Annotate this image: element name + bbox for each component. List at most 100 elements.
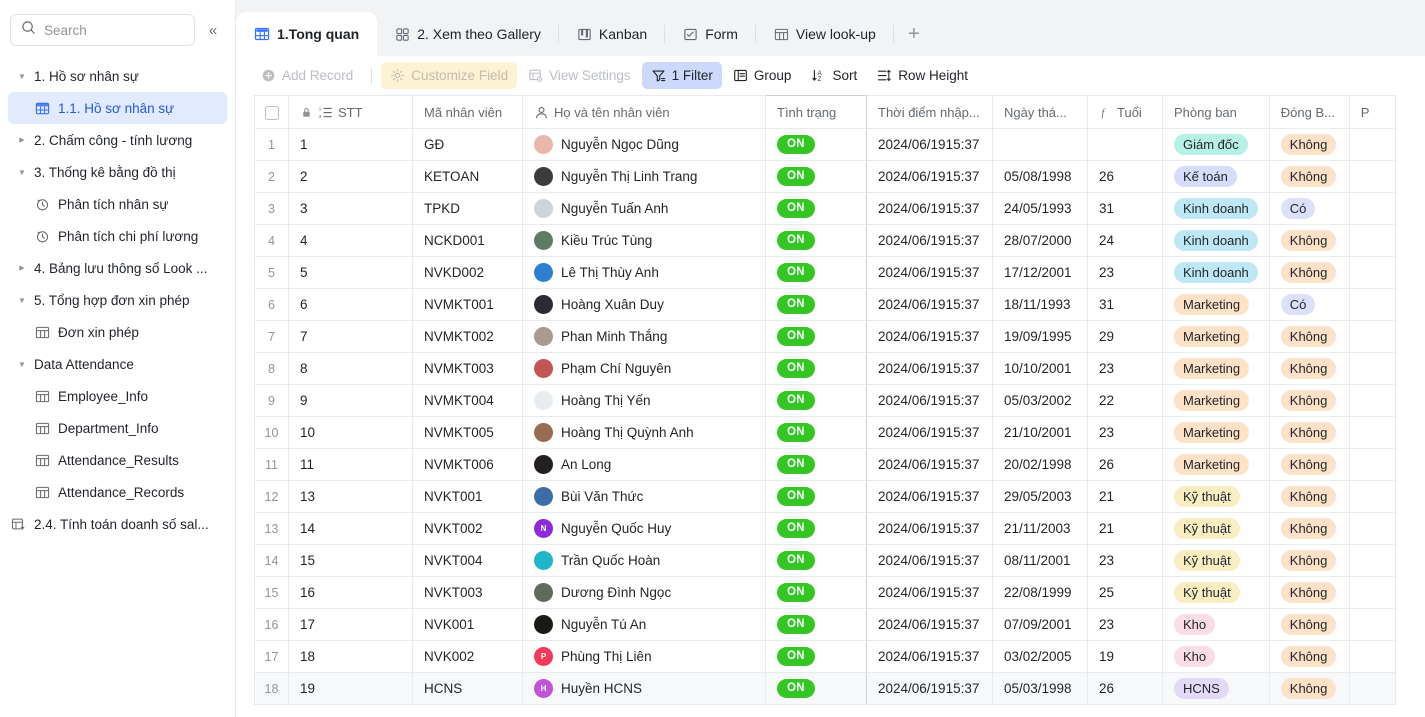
cell-ho_ten[interactable]: Phạm Chí Nguyên	[522, 352, 766, 385]
table-row[interactable]: 5 5 NVKD002 Lê Thị Thùy Anh ON 2024/06/1915:3…	[254, 256, 1396, 289]
table-row[interactable]: 14 15 NVKT004 Trần Quốc Hoàn ON 2024/06/1915:…	[254, 544, 1396, 577]
cell-stt[interactable]: 18	[288, 640, 413, 673]
grid-container[interactable]: 1 3 STT Mã nhân viên Họ và tên nhân viên Tình…	[236, 95, 1425, 717]
cell-thoi_diem[interactable]: 2024/06/1915:37	[866, 224, 993, 257]
search-input[interactable]	[44, 22, 184, 38]
cell-tinh_trang[interactable]: ON	[765, 224, 867, 257]
toolbar-button-5[interactable]: A Z Sort	[802, 62, 866, 89]
search-box[interactable]	[10, 14, 195, 46]
cell-phong_ban[interactable]: Marketing	[1162, 320, 1270, 353]
cell-phong_ban[interactable]: Kỹ thuật	[1162, 480, 1270, 513]
cell-tuoi[interactable]: 31	[1087, 288, 1163, 321]
cell-thoi_diem[interactable]: 2024/06/1915:37	[866, 576, 993, 609]
sidebar-item-13[interactable]: Attendance_Records	[8, 476, 227, 508]
cell-ma_nv[interactable]: NVKT002	[412, 512, 523, 545]
cell-ma_nv[interactable]: NVKT001	[412, 480, 523, 513]
column-header-dong_b[interactable]: Đóng B...	[1269, 95, 1350, 129]
table-row[interactable]: 3 3 TPKD Nguyễn Tuấn Anh ON 2024/06/1915:37 24…	[254, 192, 1396, 225]
cell-ho_ten[interactable]: Nguyễn Tuấn Anh	[522, 192, 766, 225]
table-row[interactable]: 11 11 NVMKT006 An Long ON 2024/06/1915:37 20/0…	[254, 448, 1396, 481]
cell-tinh_trang[interactable]: ON	[765, 160, 867, 193]
table-row[interactable]: 12 13 NVKT001 Bùi Văn Thức ON 2024/06/1915:37…	[254, 480, 1396, 513]
cell-thoi_diem[interactable]: 2024/06/1915:37	[866, 320, 993, 353]
cell-phong_ban[interactable]: Kỹ thuật	[1162, 576, 1270, 609]
cell-ngay_thang[interactable]: 10/10/2001	[992, 352, 1088, 385]
table-row[interactable]: 2 2 KETOAN Nguyễn Thị Linh Trang ON 2024/06/1…	[254, 160, 1396, 193]
cell-stt[interactable]: 1	[288, 128, 413, 161]
cell-ma_nv[interactable]: NVMKT001	[412, 288, 523, 321]
cell-last[interactable]	[1349, 224, 1396, 257]
table-row[interactable]: 18 19 HCNS H Huyền HCNS ON 2024/06/1915:37 05/0…	[254, 672, 1396, 705]
cell-tinh_trang[interactable]: ON	[765, 416, 867, 449]
cell-tinh_trang[interactable]: ON	[765, 672, 867, 705]
cell-ma_nv[interactable]: HCNS	[412, 672, 523, 705]
chevron-down-icon[interactable]	[14, 68, 30, 84]
toolbar-button-3[interactable]: 1 Filter	[641, 62, 722, 89]
cell-dong_b[interactable]: Không	[1269, 320, 1350, 353]
cell-tinh_trang[interactable]: ON	[765, 576, 867, 609]
cell-stt[interactable]: 9	[288, 384, 413, 417]
view-tab-4[interactable]: View look-up	[756, 12, 894, 56]
cell-ma_nv[interactable]: NVKD002	[412, 256, 523, 289]
cell-stt[interactable]: 3	[288, 192, 413, 225]
cell-rowno[interactable]: 1	[254, 128, 289, 161]
cell-last[interactable]	[1349, 256, 1396, 289]
cell-tinh_trang[interactable]: ON	[765, 544, 867, 577]
cell-stt[interactable]: 17	[288, 608, 413, 641]
table-row[interactable]: 15 16 NVKT003 Dương Đình Ngọc ON 2024/06/1915…	[254, 576, 1396, 609]
cell-tuoi[interactable]: 23	[1087, 416, 1163, 449]
cell-tuoi[interactable]: 21	[1087, 512, 1163, 545]
cell-last[interactable]	[1349, 160, 1396, 193]
cell-last[interactable]	[1349, 576, 1396, 609]
cell-tuoi[interactable]: 26	[1087, 448, 1163, 481]
column-header-rowno[interactable]	[254, 95, 289, 129]
chevron-right-icon[interactable]	[14, 260, 30, 276]
cell-ma_nv[interactable]: NVMKT005	[412, 416, 523, 449]
cell-stt[interactable]: 15	[288, 544, 413, 577]
cell-last[interactable]	[1349, 128, 1396, 161]
sidebar-item-11[interactable]: Department_Info	[8, 412, 227, 444]
cell-dong_b[interactable]: Không	[1269, 416, 1350, 449]
cell-thoi_diem[interactable]: 2024/06/1915:37	[866, 192, 993, 225]
cell-thoi_diem[interactable]: 2024/06/1915:37	[866, 256, 993, 289]
cell-dong_b[interactable]: Không	[1269, 256, 1350, 289]
table-row[interactable]: 10 10 NVMKT005 Hoàng Thị Quỳnh Anh ON 2024/06…	[254, 416, 1396, 449]
table-row[interactable]: 13 14 NVKT002 N Nguyễn Quốc Huy ON 2024/06/191…	[254, 512, 1396, 545]
cell-tuoi[interactable]: 26	[1087, 672, 1163, 705]
cell-ho_ten[interactable]: Nguyễn Ngọc Dũng	[522, 128, 766, 161]
cell-thoi_diem[interactable]: 2024/06/1915:37	[866, 416, 993, 449]
view-tab-1[interactable]: 2. Xem theo Gallery	[377, 12, 559, 56]
cell-last[interactable]	[1349, 320, 1396, 353]
cell-rowno[interactable]: 13	[254, 512, 289, 545]
cell-phong_ban[interactable]: Kho	[1162, 640, 1270, 673]
cell-dong_b[interactable]: Không	[1269, 160, 1350, 193]
cell-thoi_diem[interactable]: 2024/06/1915:37	[866, 544, 993, 577]
cell-thoi_diem[interactable]: 2024/06/1915:37	[866, 608, 993, 641]
cell-tinh_trang[interactable]: ON	[765, 320, 867, 353]
cell-last[interactable]	[1349, 480, 1396, 513]
sidebar-item-5[interactable]: Phân tích chi phí lương	[8, 220, 227, 252]
cell-last[interactable]	[1349, 288, 1396, 321]
cell-stt[interactable]: 2	[288, 160, 413, 193]
cell-ngay_thang[interactable]: 07/09/2001	[992, 608, 1088, 641]
cell-dong_b[interactable]: Không	[1269, 672, 1350, 705]
cell-tuoi[interactable]: 24	[1087, 224, 1163, 257]
cell-ma_nv[interactable]: TPKD	[412, 192, 523, 225]
cell-stt[interactable]: 6	[288, 288, 413, 321]
cell-tuoi[interactable]: 23	[1087, 544, 1163, 577]
cell-dong_b[interactable]: Không	[1269, 224, 1350, 257]
cell-thoi_diem[interactable]: 2024/06/1915:37	[866, 352, 993, 385]
cell-stt[interactable]: 16	[288, 576, 413, 609]
table-row[interactable]: 1 1 GĐ Nguyễn Ngọc Dũng ON 2024/06/1915:37 Giá…	[254, 128, 1396, 161]
cell-rowno[interactable]: 12	[254, 480, 289, 513]
sidebar-item-9[interactable]: Data Attendance	[8, 348, 227, 380]
table-row[interactable]: 16 17 NVK001 Nguyễn Tú An ON 2024/06/1915:37 0…	[254, 608, 1396, 641]
cell-thoi_diem[interactable]: 2024/06/1915:37	[866, 160, 993, 193]
cell-ngay_thang[interactable]: 05/03/1998	[992, 672, 1088, 705]
cell-phong_ban[interactable]: Marketing	[1162, 416, 1270, 449]
table-row[interactable]: 7 7 NVMKT002 Phan Minh Thắng ON 2024/06/1915:…	[254, 320, 1396, 353]
table-row[interactable]: 8 8 NVMKT003 Phạm Chí Nguyên ON 2024/06/1915:…	[254, 352, 1396, 385]
cell-last[interactable]	[1349, 416, 1396, 449]
cell-dong_b[interactable]: Không	[1269, 576, 1350, 609]
cell-stt[interactable]: 13	[288, 480, 413, 513]
